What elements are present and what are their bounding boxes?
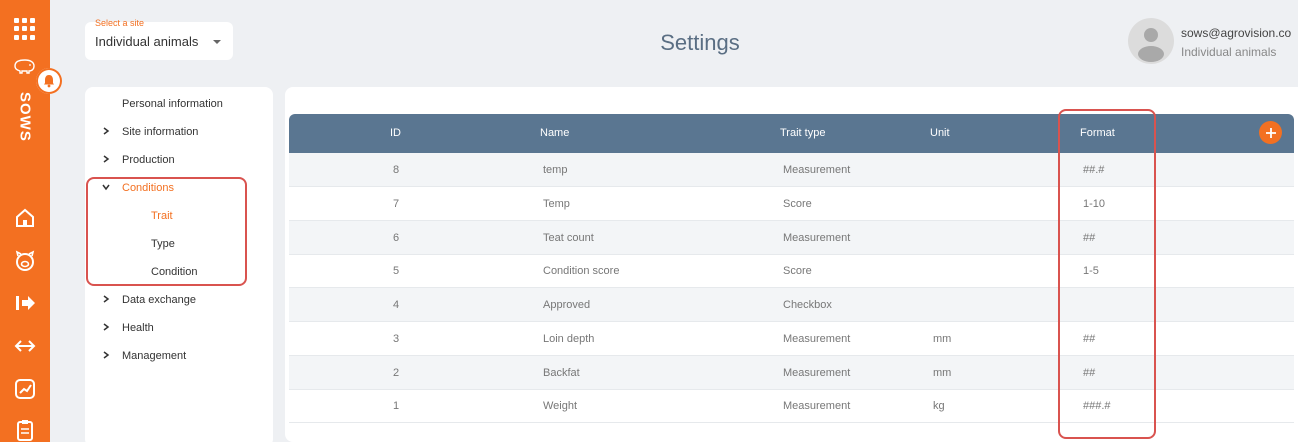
plus-icon [1265, 127, 1276, 138]
menu-item-health[interactable]: Health [85, 318, 273, 338]
transfer-icon[interactable] [13, 334, 37, 358]
cell-id: 3 [393, 332, 400, 345]
notifications-button[interactable] [36, 68, 62, 94]
cell-trait-type: Score [783, 265, 812, 278]
menu-item-personal-information[interactable]: Personal information [85, 94, 273, 114]
cell-trait-type: Score [783, 197, 812, 210]
cell-name: Temp [543, 197, 570, 210]
chevron-right-icon [103, 295, 110, 303]
chevron-right-icon [103, 351, 110, 359]
highlight-box-conditions [86, 177, 247, 286]
menu-item-management[interactable]: Management [85, 346, 273, 366]
left-rail: SOWS [0, 0, 50, 442]
menu-item-data-exchange[interactable]: Data exchange [85, 290, 273, 310]
cell-id: 7 [393, 197, 400, 210]
cell-trait-type: Measurement [783, 164, 851, 176]
highlight-box-format-column [1058, 109, 1156, 439]
caret-down-icon [213, 40, 221, 44]
chevron-right-icon [103, 127, 110, 135]
cell-name: Backfat [543, 366, 580, 379]
site-selector-label: Select a site [95, 18, 145, 28]
column-header-name[interactable]: Name [540, 127, 569, 139]
bell-icon [44, 75, 54, 88]
apps-grid-icon[interactable] [14, 18, 36, 40]
add-trait-button[interactable] [1259, 121, 1282, 144]
column-header-trait-type[interactable]: Trait type [780, 127, 825, 139]
cell-name: Condition score [543, 265, 620, 278]
user-profile[interactable]: sows@agrovision.co Individual animals [1128, 18, 1298, 64]
menu-item-site-information[interactable]: Site information [85, 122, 273, 142]
cell-id: 2 [393, 366, 400, 379]
page-title: Settings [660, 30, 740, 55]
cell-trait-type: Checkbox [783, 299, 832, 311]
cell-trait-type: Measurement [783, 400, 851, 413]
cell-name: Approved [543, 299, 591, 311]
chevron-right-icon [103, 323, 110, 331]
exit-icon[interactable] [13, 291, 37, 315]
column-header-unit[interactable]: Unit [930, 127, 950, 139]
cell-id: 8 [393, 164, 400, 176]
user-site: Individual animals [1181, 45, 1277, 59]
cell-id: 5 [393, 265, 400, 278]
home-icon[interactable] [13, 206, 37, 230]
user-email: sows@agrovision.co [1181, 26, 1292, 40]
site-selector-value: Individual animals [95, 34, 199, 49]
clipboard-icon[interactable] [13, 418, 37, 442]
chart-icon[interactable] [13, 377, 37, 401]
cell-id: 6 [393, 231, 400, 244]
brand-logo: SOWS [16, 92, 34, 142]
cell-trait-type: Measurement [783, 332, 851, 345]
cell-trait-type: Measurement [783, 231, 851, 244]
chevron-right-icon [103, 155, 110, 163]
user-avatar-icon [1128, 18, 1174, 64]
site-selector[interactable]: Select a site Individual animals [85, 18, 233, 60]
pig-icon[interactable] [12, 57, 38, 75]
cell-id: 4 [393, 299, 400, 311]
cell-unit: kg [933, 400, 945, 413]
cell-trait-type: Measurement [783, 366, 851, 379]
cell-name: temp [543, 164, 568, 176]
cell-name: Teat count [543, 231, 594, 244]
column-header-id[interactable]: ID [390, 127, 401, 139]
cell-name: Loin depth [543, 332, 595, 345]
cell-id: 1 [393, 400, 400, 413]
pig-face-icon[interactable] [13, 249, 37, 273]
cell-unit: mm [933, 366, 952, 379]
cell-name: Weight [543, 400, 578, 413]
menu-item-production[interactable]: Production [85, 150, 273, 170]
cell-unit: mm [933, 332, 952, 345]
